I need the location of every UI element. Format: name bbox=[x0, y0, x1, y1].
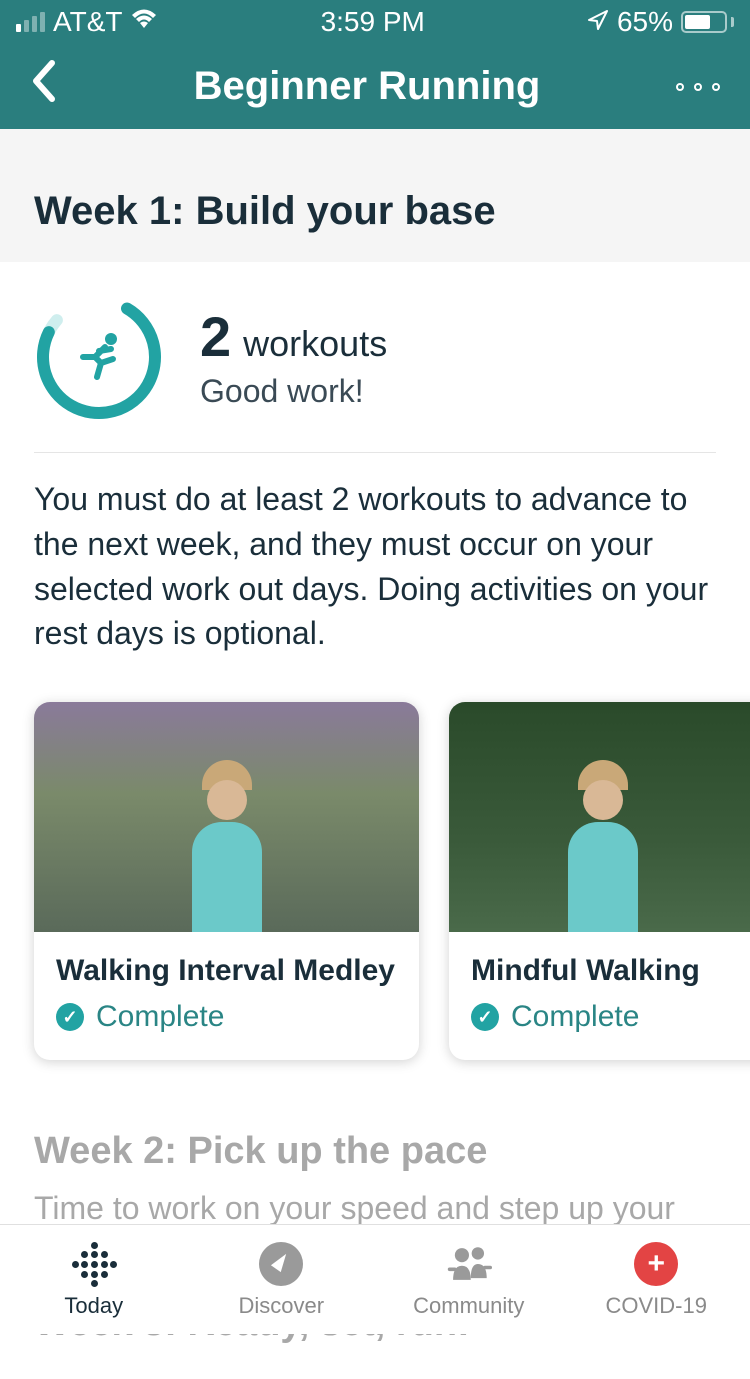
wifi-icon bbox=[130, 8, 158, 37]
today-icon bbox=[71, 1241, 117, 1287]
tab-community[interactable]: Community bbox=[375, 1225, 563, 1334]
tab-bar: Today Discover Community + COVID-19 bbox=[0, 1224, 750, 1334]
workout-count: 2 bbox=[200, 304, 231, 369]
tab-label: Community bbox=[413, 1293, 524, 1319]
compass-icon bbox=[258, 1241, 304, 1287]
signal-icon bbox=[16, 12, 45, 32]
workout-title: Walking Interval Medley bbox=[56, 954, 397, 988]
more-button[interactable] bbox=[676, 83, 720, 91]
nav-header: Beginner Running bbox=[0, 44, 750, 129]
week-title: Week 1: Build your base bbox=[0, 129, 750, 262]
time-label: 3:59 PM bbox=[321, 6, 425, 38]
medical-icon: + bbox=[633, 1241, 679, 1287]
summary-subtitle: Good work! bbox=[200, 373, 387, 410]
tab-label: Discover bbox=[238, 1293, 324, 1319]
check-icon: ✓ bbox=[56, 1003, 84, 1031]
workout-image bbox=[34, 702, 419, 932]
check-icon: ✓ bbox=[471, 1003, 499, 1031]
workout-image bbox=[449, 702, 750, 932]
tab-label: Today bbox=[64, 1293, 123, 1319]
tab-covid[interactable]: + COVID-19 bbox=[563, 1225, 750, 1334]
status-bar: AT&T 3:59 PM 65% bbox=[0, 0, 750, 44]
battery-icon bbox=[681, 11, 734, 33]
runner-icon bbox=[34, 292, 164, 422]
page-title: Beginner Running bbox=[194, 64, 541, 109]
workout-card[interactable]: Walking Interval Medley ✓ Complete bbox=[34, 702, 419, 1060]
back-button[interactable] bbox=[30, 59, 58, 115]
location-icon bbox=[587, 6, 609, 38]
future-week-title: Week 2: Pick up the pace bbox=[34, 1130, 716, 1173]
workout-card[interactable]: Mindful Walking ✓ Complete bbox=[449, 702, 750, 1060]
tab-label: COVID-19 bbox=[606, 1293, 707, 1319]
tab-discover[interactable]: Discover bbox=[188, 1225, 376, 1334]
carrier-label: AT&T bbox=[53, 6, 122, 38]
workout-count-label: workouts bbox=[243, 323, 387, 365]
battery-percent: 65% bbox=[617, 6, 673, 38]
summary-card: 2 workouts Good work! You must do at lea… bbox=[0, 262, 750, 686]
week-description: You must do at least 2 workouts to advan… bbox=[34, 477, 716, 656]
tab-today[interactable]: Today bbox=[0, 1225, 188, 1334]
workout-status: Complete bbox=[96, 1000, 224, 1034]
community-icon bbox=[446, 1241, 492, 1287]
workout-cards[interactable]: Walking Interval Medley ✓ Complete Mindf… bbox=[0, 686, 750, 1100]
progress-ring bbox=[34, 292, 164, 422]
workout-title: Mindful Walking bbox=[471, 954, 750, 988]
workout-status: Complete bbox=[511, 1000, 639, 1034]
